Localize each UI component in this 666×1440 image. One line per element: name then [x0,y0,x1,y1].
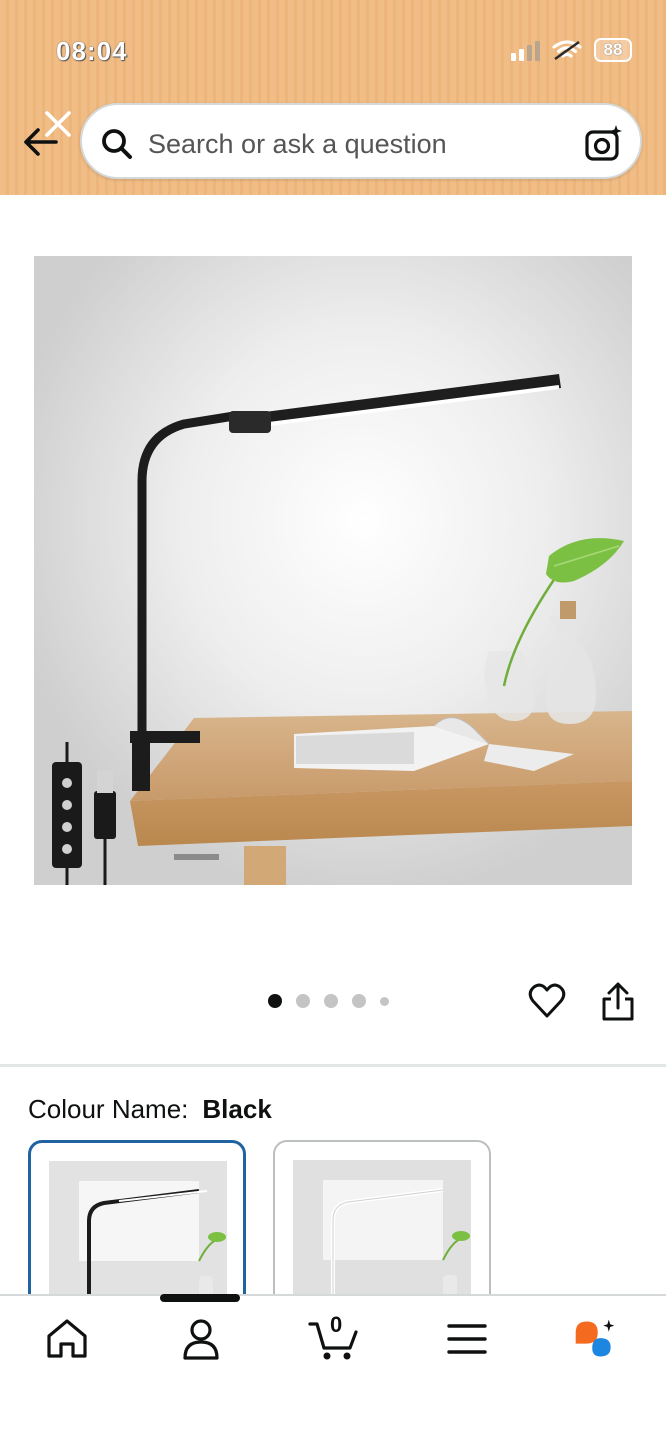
camera-icon[interactable] [584,123,624,163]
carousel-dot[interactable] [296,994,310,1008]
status-time: 08:04 [56,36,128,66]
rufus-icon[interactable] [572,1316,618,1362]
menu-icon[interactable] [444,1316,490,1362]
carousel-dot[interactable] [380,996,389,1006]
cart-count: 0 [330,1312,343,1337]
account-icon[interactable] [178,1316,224,1362]
colour-swatch-white[interactable] [273,1140,491,1310]
carousel-dot[interactable] [268,994,282,1008]
search-bar[interactable]: Search or ask a question [80,103,642,179]
cart-button[interactable]: 0 [308,1312,360,1362]
search-input[interactable]: Search or ask a question [148,129,447,160]
close-icon[interactable] [42,108,74,140]
carousel-dot[interactable] [324,994,338,1008]
search-icon [102,129,132,159]
colour-name-value: Black [202,1094,272,1124]
desk-lamp-photo [34,256,632,885]
wifi-icon [552,40,582,61]
black-lamp-thumbnail [49,1161,227,1307]
home-icon[interactable] [44,1316,90,1362]
colour-swatch-black[interactable] [28,1140,246,1310]
scroll-indicator [160,1294,240,1302]
status-icons: 88 [511,38,632,62]
colour-name-row: Colour Name: Black [28,1094,272,1125]
battery-indicator: 88 [594,38,632,62]
carousel-dot[interactable] [352,994,366,1008]
share-icon[interactable] [600,982,636,1022]
header: 08:04 88 Search or ask a question [0,0,666,195]
white-lamp-thumbnail [293,1160,471,1308]
signal-icon [511,39,540,61]
bottom-navigation: 0 [0,1294,666,1440]
image-carousel-dots[interactable] [268,994,389,1008]
colour-name-label: Colour Name: [28,1094,189,1124]
product-image[interactable] [34,256,632,885]
heart-icon[interactable] [528,982,566,1020]
section-divider [0,1064,666,1067]
